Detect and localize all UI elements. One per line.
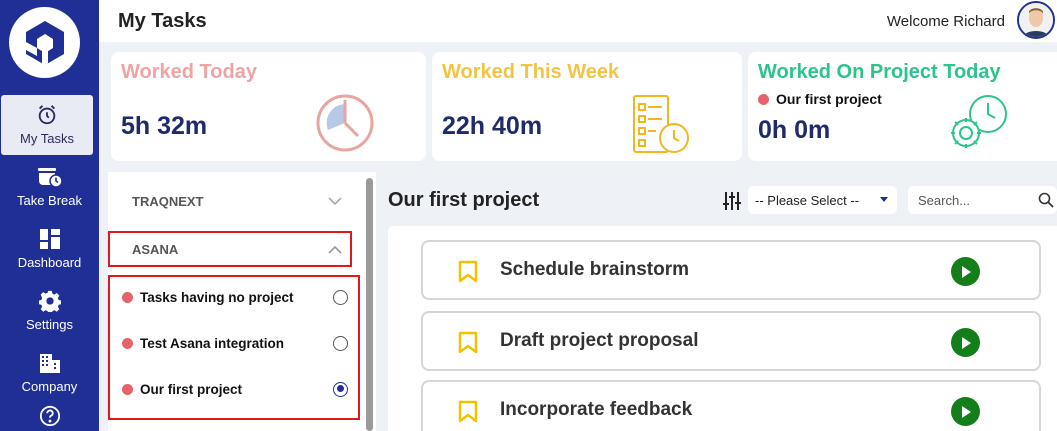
- top-header: My Tasks Welcome Richard: [99, 0, 1057, 42]
- filter-sliders-icon[interactable]: [722, 191, 742, 211]
- worked-today-card: Worked Today 5h 32m: [111, 52, 426, 161]
- chevron-down-icon: [328, 196, 342, 205]
- bookmark-icon[interactable]: [458, 260, 478, 283]
- alarm-clock-icon: [36, 103, 58, 127]
- filter-select[interactable]: -- Please Select --: [748, 186, 897, 214]
- highlight-box-asana: [108, 231, 352, 267]
- nav-label: Dashboard: [17, 255, 82, 270]
- nav-label: My Tasks: [20, 131, 74, 146]
- nav-take-break[interactable]: Take Break: [0, 157, 99, 217]
- timesheet-clock-icon: [632, 94, 692, 161]
- bookmark-icon[interactable]: [458, 400, 478, 423]
- nav-dashboard[interactable]: Dashboard: [0, 219, 99, 279]
- help-icon: [39, 405, 61, 427]
- card-title: Worked This Week: [442, 61, 620, 83]
- building-icon: [39, 351, 61, 375]
- gear-icon: [38, 289, 61, 313]
- nav-my-tasks[interactable]: My Tasks: [1, 95, 93, 155]
- card-title: Worked Today: [121, 61, 257, 83]
- welcome-text: Welcome Richard: [886, 13, 1005, 30]
- page-title: My Tasks: [118, 10, 207, 32]
- card-project: Our first project: [758, 91, 898, 107]
- task-card[interactable]: Schedule brainstorm: [421, 240, 1041, 300]
- card-value: 22h 40m: [442, 112, 543, 140]
- panel-scrollbar[interactable]: [366, 178, 373, 431]
- coffee-break-icon: [37, 165, 63, 189]
- project-title: Our first project: [388, 189, 540, 211]
- gear-clock-icon: [946, 92, 1012, 159]
- nav-label: Settings: [26, 317, 73, 332]
- task-title: Incorporate feedback: [500, 399, 693, 420]
- app-logo: [9, 7, 80, 78]
- task-title: Draft project proposal: [500, 330, 699, 351]
- user-avatar-icon: [1019, 3, 1053, 37]
- play-button[interactable]: [951, 328, 980, 357]
- card-value: 5h 32m: [121, 112, 208, 140]
- nav-help[interactable]: [0, 405, 99, 431]
- group-traqnext[interactable]: TRAQNEXT: [108, 184, 352, 218]
- search-input[interactable]: [918, 192, 1028, 208]
- worked-project-today-card: Worked On Project Today Our first projec…: [748, 52, 1057, 161]
- caret-down-icon: [880, 197, 888, 202]
- card-value: 0h 0m: [758, 116, 831, 144]
- nav-label: Take Break: [16, 193, 83, 208]
- pie-timer-icon: [314, 92, 376, 159]
- task-title: Schedule brainstorm: [500, 259, 689, 280]
- sidebar: My Tasks Take Break Dashboard Settings C…: [0, 0, 99, 431]
- worked-week-card: Worked This Week 22h 40m: [432, 52, 742, 161]
- search-icon[interactable]: [1038, 192, 1054, 208]
- dashboard-grid-icon: [39, 227, 60, 251]
- search-box: [908, 186, 1057, 214]
- hexagon-logo-icon: [25, 20, 64, 66]
- task-card[interactable]: Incorporate feedback: [421, 380, 1041, 431]
- nav-company[interactable]: Company: [0, 343, 99, 403]
- card-project-name: Our first project: [776, 91, 882, 107]
- status-dot: [758, 93, 769, 105]
- select-value: -- Please Select --: [755, 192, 860, 208]
- nav-label: Company: [21, 379, 78, 394]
- play-button[interactable]: [951, 397, 980, 426]
- play-button[interactable]: [951, 257, 980, 286]
- card-title: Worked On Project Today: [758, 61, 1001, 83]
- group-label: TRAQNEXT: [132, 193, 204, 209]
- task-card[interactable]: Draft project proposal: [421, 311, 1041, 371]
- bookmark-icon[interactable]: [458, 331, 478, 354]
- nav-settings[interactable]: Settings: [0, 281, 99, 341]
- highlight-box-projects: [108, 275, 360, 420]
- avatar[interactable]: [1017, 1, 1055, 39]
